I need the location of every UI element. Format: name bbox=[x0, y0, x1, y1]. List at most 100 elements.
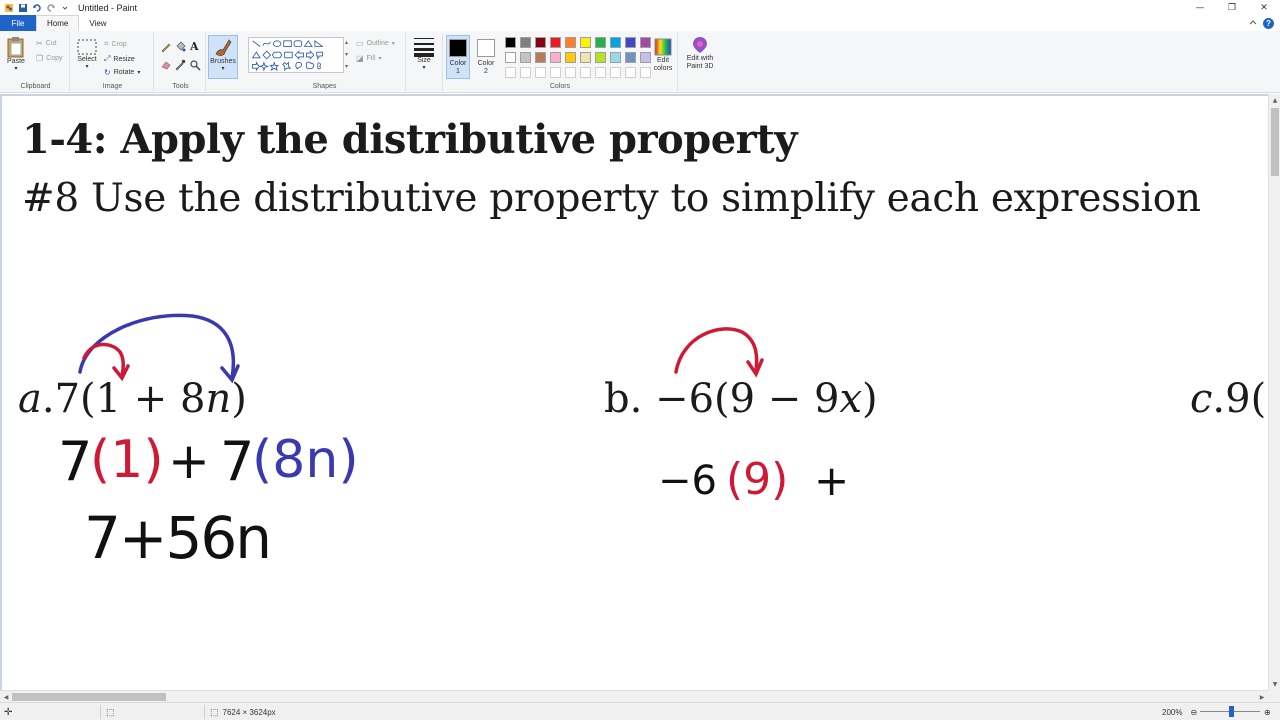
cut-button[interactable]: ✂ Cut bbox=[36, 39, 57, 48]
work-a-eightn-parens: (8n) bbox=[252, 430, 359, 490]
custom-color-slot[interactable] bbox=[565, 67, 576, 78]
palette-swatch[interactable] bbox=[505, 37, 516, 48]
palette-swatch[interactable] bbox=[565, 37, 576, 48]
palette-swatch[interactable] bbox=[520, 37, 531, 48]
fill-bucket-icon[interactable] bbox=[174, 41, 186, 53]
customize-toolbar-chevron-icon[interactable] bbox=[60, 3, 70, 13]
edit-with-paint3d-button[interactable]: Edit with Paint 3D bbox=[682, 35, 718, 71]
palette-swatch[interactable] bbox=[520, 52, 531, 63]
rotate-button[interactable]: ↻ Rotate ▾ bbox=[104, 68, 140, 77]
tab-file[interactable]: File bbox=[0, 15, 36, 31]
vertical-scrollbar[interactable]: ▲ ▼ bbox=[1268, 94, 1280, 690]
restore-button[interactable]: ❐ bbox=[1216, 0, 1248, 15]
redo-icon[interactable] bbox=[46, 3, 56, 13]
minimize-button[interactable]: — bbox=[1184, 0, 1216, 15]
palette-swatch[interactable] bbox=[580, 52, 591, 63]
workspace[interactable]: 1-4: Apply the distributive property #8 … bbox=[0, 94, 1268, 690]
tab-home[interactable]: Home bbox=[36, 15, 80, 31]
custom-color-slot[interactable] bbox=[535, 67, 546, 78]
palette-swatch[interactable] bbox=[550, 37, 561, 48]
work-a-seven-1: 7 bbox=[58, 430, 93, 493]
custom-color-slot[interactable] bbox=[625, 67, 636, 78]
custom-color-slot[interactable] bbox=[505, 67, 516, 78]
quick-access-toolbar bbox=[4, 0, 70, 15]
resize-button[interactable]: ⤢ Resize bbox=[104, 54, 135, 64]
custom-color-slot[interactable] bbox=[580, 67, 591, 78]
close-button[interactable]: ✕ bbox=[1248, 0, 1280, 15]
ribbon-tabs-right: ? bbox=[1249, 15, 1280, 31]
title-bar: Untitled - Paint — ❐ ✕ bbox=[0, 0, 1280, 15]
colors-group-label: Colors bbox=[549, 83, 571, 90]
help-icon[interactable]: ? bbox=[1263, 17, 1274, 29]
shapes-group: ▴ ▾ ▾ ▭ Outline ▾ ◪ Fill ▾ Shapes bbox=[244, 33, 406, 91]
zoom-level: 200% bbox=[1162, 707, 1183, 717]
copy-label: Copy bbox=[46, 55, 63, 62]
custom-color-slot[interactable] bbox=[610, 67, 621, 78]
paste-dropdown-icon[interactable]: ▾ bbox=[14, 65, 17, 72]
custom-color-slot[interactable] bbox=[550, 67, 561, 78]
problem-b-expression: b. −6(9 − 9x) bbox=[604, 376, 878, 422]
crop-button[interactable]: ⌗ Crop bbox=[104, 39, 127, 49]
paint3d-label: Edit with Paint 3D bbox=[686, 55, 714, 70]
edit-colors-button[interactable]: Edit colors bbox=[649, 37, 677, 73]
rotate-dropdown-icon[interactable]: ▾ bbox=[137, 69, 140, 76]
crosshair-icon: ✛ bbox=[4, 706, 13, 718]
save-icon[interactable] bbox=[18, 3, 28, 13]
eraser-icon[interactable] bbox=[160, 59, 172, 71]
zoom-slider-thumb[interactable] bbox=[1229, 706, 1235, 717]
paint-window: Untitled - Paint — ❐ ✕ File Home View ? … bbox=[0, 0, 1280, 720]
shapes-gallery-scroll[interactable]: ▴ ▾ ▾ bbox=[345, 37, 348, 73]
vertical-scroll-thumb[interactable] bbox=[1271, 108, 1279, 176]
brushes-button[interactable]: Brushes ▾ bbox=[208, 35, 238, 79]
palette-swatch[interactable] bbox=[595, 52, 606, 63]
copy-button[interactable]: ❐ Copy bbox=[36, 54, 63, 63]
zoom-out-icon[interactable]: ⊖ bbox=[1190, 708, 1197, 717]
outline-button[interactable]: ▭ Outline ▾ bbox=[356, 39, 395, 48]
text-tool-icon[interactable]: A bbox=[190, 40, 199, 53]
crop-icon: ⌗ bbox=[104, 39, 109, 48]
magnifier-icon[interactable] bbox=[189, 59, 201, 71]
problem-b-close: ) bbox=[862, 376, 878, 422]
clipboard-group: Paste ▾ ✂ Cut ❐ Copy Clipboard bbox=[2, 33, 70, 91]
palette-swatch[interactable] bbox=[535, 52, 546, 63]
zoom-in-icon[interactable]: ⊕ bbox=[1264, 703, 1271, 720]
palette-swatch[interactable] bbox=[505, 52, 516, 63]
palette-swatch[interactable] bbox=[565, 52, 576, 63]
palette-swatch[interactable] bbox=[535, 37, 546, 48]
palette-swatch[interactable] bbox=[580, 37, 591, 48]
custom-color-slot[interactable] bbox=[595, 67, 606, 78]
palette-swatch[interactable] bbox=[625, 37, 636, 48]
color2-button[interactable]: Color 2 bbox=[474, 35, 498, 79]
selection-icon: ⬚ bbox=[106, 706, 115, 717]
undo-icon[interactable] bbox=[32, 3, 42, 13]
paint-app-icon bbox=[5, 3, 13, 12]
color1-button[interactable]: Color 1 bbox=[446, 35, 470, 79]
paste-button[interactable]: Paste ▾ bbox=[6, 36, 26, 72]
palette-swatch[interactable] bbox=[610, 37, 621, 48]
drawing-canvas[interactable]: 1-4: Apply the distributive property #8 … bbox=[2, 96, 1268, 690]
pencil-icon[interactable] bbox=[160, 41, 172, 53]
collapse-ribbon-icon[interactable] bbox=[1249, 19, 1257, 27]
tab-view[interactable]: View bbox=[79, 15, 116, 31]
shapes-gallery[interactable] bbox=[248, 37, 344, 73]
status-divider bbox=[100, 705, 101, 719]
size-button[interactable]: Size ▾ bbox=[410, 35, 438, 71]
custom-color-slot[interactable] bbox=[520, 67, 531, 78]
scroll-down-icon[interactable]: ▼ bbox=[1269, 678, 1280, 690]
color-picker-icon[interactable] bbox=[174, 59, 186, 71]
clipboard-group-label: Clipboard bbox=[20, 83, 51, 90]
palette-swatch[interactable] bbox=[625, 52, 636, 63]
crop-label: Crop bbox=[111, 40, 127, 48]
horizontal-scrollbar[interactable]: ◀ ▶ bbox=[0, 690, 1268, 702]
select-button[interactable]: Select ▾ bbox=[76, 38, 98, 70]
palette-swatch[interactable] bbox=[595, 37, 606, 48]
problem-a-close: ) bbox=[231, 376, 247, 422]
select-dropdown-icon[interactable]: ▾ bbox=[85, 63, 88, 70]
problem-b-label: b. bbox=[604, 376, 643, 422]
scroll-up-icon[interactable]: ▲ bbox=[1269, 94, 1280, 106]
scissors-icon: ✂ bbox=[36, 39, 43, 48]
horizontal-scroll-thumb[interactable] bbox=[12, 693, 166, 701]
fill-button[interactable]: ◪ Fill ▾ bbox=[356, 54, 382, 63]
palette-swatch[interactable] bbox=[610, 52, 621, 63]
palette-swatch[interactable] bbox=[550, 52, 561, 63]
